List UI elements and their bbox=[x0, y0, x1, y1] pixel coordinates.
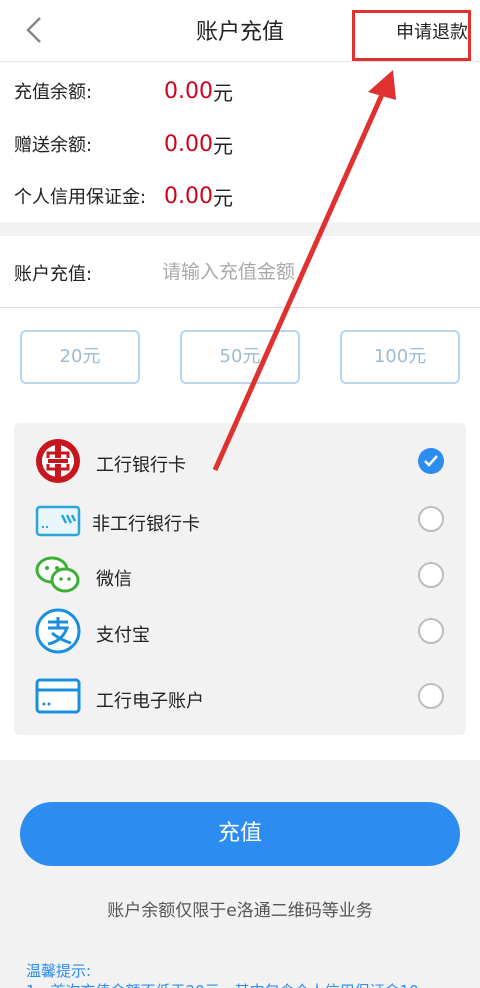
recharge-balance-row: 充值余额: 0.00 元 bbox=[14, 74, 233, 108]
balance-usage-note: 账户余额仅限于e洛通二维码等业务 bbox=[107, 901, 373, 921]
balance-section: 充值余额: 0.00 元 赠送余额: 0.00 元 个人信用保证金: 0.00 … bbox=[0, 62, 480, 222]
payment-option-label: 工行电子账户 bbox=[96, 691, 204, 712]
bank-card-icon bbox=[35, 505, 81, 537]
recharge-label: 账户充值: bbox=[14, 264, 93, 285]
balance-label: 个人信用保证金: bbox=[14, 187, 147, 208]
amount-button-50[interactable]: 50元 bbox=[180, 330, 300, 384]
balance-label: 充值余额: bbox=[14, 82, 93, 103]
balance-unit: 元 bbox=[212, 133, 233, 158]
recharge-amount-input[interactable] bbox=[162, 254, 452, 290]
radio-unchecked[interactable] bbox=[418, 683, 444, 709]
tips-line: 1、首次充值金额不低于20元，其中包含个人信用保证金10 bbox=[26, 980, 419, 988]
payment-option-alipay[interactable]: 支付宝 bbox=[14, 603, 466, 659]
recharge-input-row: 账户充值: bbox=[0, 236, 480, 308]
bonus-balance-row: 赠送余额: 0.00 元 bbox=[14, 127, 233, 161]
balance-unit: 元 bbox=[212, 80, 233, 105]
radio-checked[interactable] bbox=[418, 448, 444, 474]
balance-value: 0.00 bbox=[164, 183, 213, 209]
payment-option-icbc-e-account[interactable]: 工行电子账户 bbox=[14, 668, 466, 724]
tips-title: 温馨提示: bbox=[26, 962, 92, 980]
payment-option-label: 非工行银行卡 bbox=[92, 514, 200, 535]
payment-option-label: 支付宝 bbox=[96, 625, 150, 646]
payment-option-wechat[interactable]: 微信 bbox=[14, 547, 466, 603]
payment-option-label: 工行银行卡 bbox=[96, 455, 186, 476]
annotation-highlight-box bbox=[352, 10, 471, 61]
footer-background bbox=[0, 760, 480, 988]
payment-option-icbc-card[interactable]: 工行银行卡 bbox=[14, 433, 466, 489]
radio-unchecked[interactable] bbox=[418, 562, 444, 588]
wechat-icon bbox=[35, 556, 80, 593]
icbc-logo-icon bbox=[36, 439, 80, 483]
section-divider bbox=[0, 222, 480, 236]
amount-button-20[interactable]: 20元 bbox=[20, 330, 140, 384]
balance-unit: 元 bbox=[212, 185, 233, 210]
payment-option-other-bank-card[interactable]: 非工行银行卡 bbox=[14, 491, 466, 547]
balance-label: 赠送余额: bbox=[14, 135, 93, 156]
payment-method-list: 工行银行卡 非工行银行卡 微信 支付宝 工行电子账户 bbox=[14, 423, 466, 735]
radio-unchecked[interactable] bbox=[418, 618, 444, 644]
recharge-submit-button[interactable]: 充值 bbox=[20, 802, 460, 866]
balance-value: 0.00 bbox=[164, 131, 213, 157]
checkmark-icon bbox=[424, 455, 438, 467]
deposit-balance-row: 个人信用保证金: 0.00 元 bbox=[14, 179, 233, 213]
alipay-icon bbox=[35, 608, 81, 654]
amount-button-100[interactable]: 100元 bbox=[340, 330, 460, 384]
radio-unchecked[interactable] bbox=[418, 506, 444, 532]
balance-value: 0.00 bbox=[164, 78, 213, 104]
payment-option-label: 微信 bbox=[96, 569, 132, 590]
e-account-card-icon bbox=[35, 678, 81, 714]
